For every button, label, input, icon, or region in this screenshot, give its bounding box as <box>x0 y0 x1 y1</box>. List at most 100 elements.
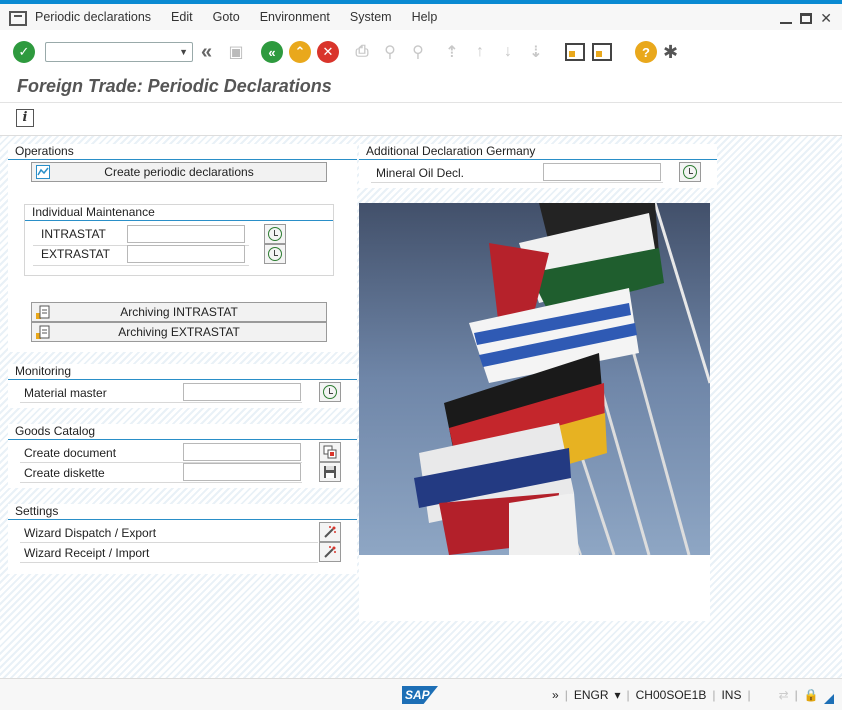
individual-maintenance-group: Individual Maintenance INTRASTAT EXTRAST… <box>24 204 334 276</box>
command-field[interactable]: ▼ <box>45 42 193 62</box>
create-diskette-field[interactable] <box>183 463 301 481</box>
magic-wand-icon <box>324 546 336 558</box>
clock-icon <box>268 247 282 261</box>
wizard-receipt-button[interactable] <box>319 542 341 562</box>
create-diskette-label: Create diskette <box>24 466 105 480</box>
print-icon[interactable]: ⎙ <box>351 41 373 63</box>
menu-periodic-declarations[interactable]: Periodic declarations <box>35 10 151 24</box>
save-icon[interactable]: ▣ <box>225 41 247 63</box>
operations-group: Operations Create periodic declarations … <box>8 144 357 352</box>
clock-icon <box>323 385 337 399</box>
status-separator: | <box>747 688 751 702</box>
toolbar: ✓ ▼ « ▣ « ⌃ ✕ ⎙ ⚲ ⚲ ⇡ ↑ ↓ ⇣ ? ✱ <box>0 30 842 74</box>
close-icon[interactable]: ✕ <box>820 10 832 27</box>
create-session-icon[interactable] <box>565 43 585 61</box>
create-diskette-button[interactable] <box>319 462 341 482</box>
goods-catalog-title: Goods Catalog <box>8 424 357 440</box>
previous-page-icon[interactable]: ↑ <box>469 41 491 63</box>
goods-catalog-group: Goods Catalog Create document Create dis… <box>8 424 357 488</box>
monitoring-group: Monitoring Material master <box>8 364 357 408</box>
cancel-icon[interactable]: ✕ <box>317 41 339 63</box>
status-expand-icon[interactable]: » <box>552 688 559 702</box>
find-next-icon[interactable]: ⚲ <box>407 41 429 63</box>
divider <box>0 102 842 103</box>
menu-bar: Periodic declarations Edit Goto Environm… <box>0 4 842 30</box>
status-separator: | <box>794 688 798 702</box>
document-grid-icon <box>323 445 337 459</box>
settings-group: Settings Wizard Dispatch / Export Wizard… <box>8 504 357 574</box>
archiving-intrastat-button[interactable]: Archiving INTRASTAT <box>31 302 327 322</box>
trend-line-icon <box>36 165 50 179</box>
status-separator: | <box>626 688 630 702</box>
row-separator <box>371 182 663 183</box>
menu-goto[interactable]: Goto <box>213 10 240 24</box>
row-separator <box>20 562 318 563</box>
next-page-icon[interactable]: ↓ <box>497 41 519 63</box>
intrastat-execute-button[interactable] <box>264 224 286 244</box>
operations-title: Operations <box>8 144 357 160</box>
create-document-field[interactable] <box>183 443 301 461</box>
sap-logo: SAP <box>402 686 438 704</box>
find-icon[interactable]: ⚲ <box>379 41 401 63</box>
gear-icon[interactable]: ✱ <box>663 42 678 63</box>
row-separator <box>20 402 302 403</box>
archiving-extrastat-button[interactable]: Archiving EXTRASTAT <box>31 322 327 342</box>
status-separator: | <box>712 688 716 702</box>
collapse-double-chevron-icon[interactable]: « <box>201 41 219 64</box>
mineral-oil-execute-button[interactable] <box>679 162 701 182</box>
monitoring-title: Monitoring <box>8 364 357 380</box>
wizard-receipt-label: Wizard Receipt / Import <box>24 546 150 560</box>
help-icon[interactable]: ? <box>635 41 657 63</box>
extrastat-field[interactable] <box>127 245 245 263</box>
individual-maintenance-title: Individual Maintenance <box>25 205 333 221</box>
menu-environment[interactable]: Environment <box>260 10 330 24</box>
intrastat-field[interactable] <box>127 225 245 243</box>
chevron-down-icon[interactable]: ▼ <box>179 47 188 57</box>
exit-icon[interactable]: ⌃ <box>289 41 311 63</box>
create-document-label: Create document <box>24 446 117 460</box>
flags-photo <box>359 202 712 556</box>
status-system: CH00SOE1B <box>635 688 707 702</box>
menu-system[interactable]: System <box>350 10 392 24</box>
clock-icon <box>683 165 697 179</box>
settings-title: Settings <box>8 504 357 520</box>
last-page-icon[interactable]: ⇣ <box>525 41 547 63</box>
create-document-button[interactable] <box>319 442 341 462</box>
menu-help[interactable]: Help <box>412 10 438 24</box>
flags-image-panel <box>359 202 712 621</box>
create-periodic-declarations-label: Create periodic declarations <box>104 165 254 179</box>
diskette-icon <box>324 466 336 478</box>
material-master-field[interactable] <box>183 383 301 401</box>
back-icon[interactable]: « <box>261 41 283 63</box>
row-separator <box>20 542 318 543</box>
archiving-intrastat-label: Archiving INTRASTAT <box>120 305 238 319</box>
archive-document-icon <box>36 325 50 339</box>
wizard-dispatch-button[interactable] <box>319 522 341 542</box>
menu-edit[interactable]: Edit <box>171 10 193 24</box>
magic-wand-icon <box>324 526 336 538</box>
minimize-icon[interactable] <box>780 21 793 24</box>
create-periodic-declarations-button[interactable]: Create periodic declarations <box>31 162 327 182</box>
generate-shortcut-icon[interactable] <box>592 43 612 61</box>
enter-check-icon[interactable]: ✓ <box>13 41 35 63</box>
mineral-oil-field[interactable] <box>543 163 661 181</box>
transfer-icon: ⇄ <box>778 688 789 702</box>
chevron-down-icon[interactable]: ▾ <box>614 688 620 702</box>
material-master-label: Material master <box>24 386 107 400</box>
lock-icon[interactable]: 🔒 <box>804 688 819 702</box>
status-language[interactable]: ENGR <box>574 688 609 702</box>
row-separator <box>33 265 249 266</box>
resize-corner-icon[interactable] <box>824 694 834 704</box>
extrastat-execute-button[interactable] <box>264 244 286 264</box>
material-master-execute-button[interactable] <box>319 382 341 402</box>
row-separator <box>20 482 302 483</box>
first-page-icon[interactable]: ⇡ <box>441 41 463 63</box>
window-controls: ✕ <box>780 10 832 27</box>
menu-icon[interactable] <box>9 11 27 26</box>
archiving-extrastat-label: Archiving EXTRASTAT <box>118 325 240 339</box>
additional-declaration-title: Additional Declaration Germany <box>359 144 717 160</box>
maximize-icon[interactable] <box>800 13 813 24</box>
status-mode[interactable]: INS <box>721 688 741 702</box>
intrastat-label: INTRASTAT <box>41 227 106 241</box>
info-icon[interactable]: i <box>16 109 34 127</box>
